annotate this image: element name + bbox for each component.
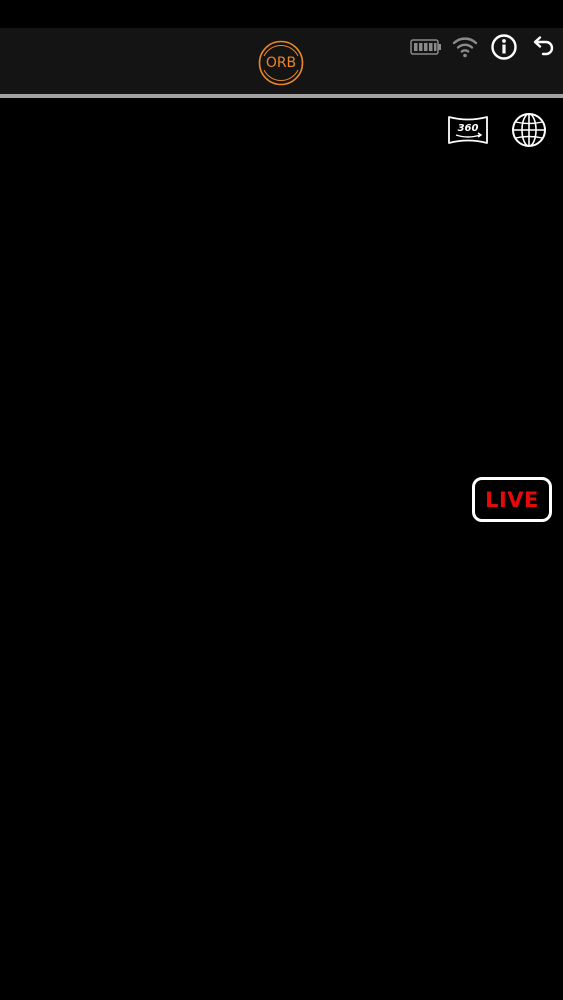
video-viewport[interactable] xyxy=(0,98,563,1000)
info-icon[interactable] xyxy=(490,33,518,61)
status-strip xyxy=(0,0,563,28)
logo-text: ORB xyxy=(265,55,297,71)
live-button[interactable]: LIVE xyxy=(472,477,552,522)
wifi-icon xyxy=(452,34,478,58)
svg-text:360: 360 xyxy=(458,123,479,134)
globe-icon[interactable] xyxy=(511,112,547,148)
orb-logo: ORB xyxy=(258,40,304,86)
back-icon[interactable] xyxy=(530,34,556,60)
battery-icon xyxy=(410,37,442,57)
view-360-icon[interactable]: 360 xyxy=(447,114,489,146)
